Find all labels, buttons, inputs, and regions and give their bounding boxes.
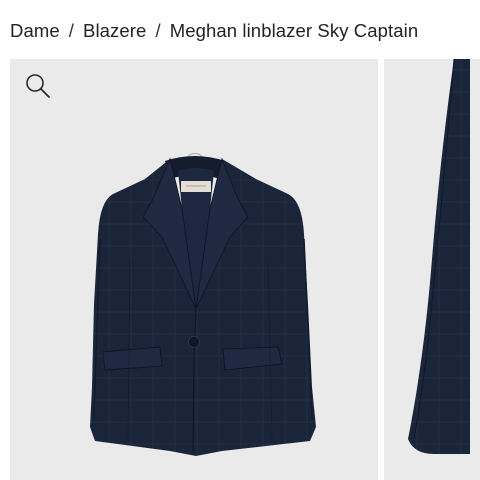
blazer-front-image	[90, 152, 316, 456]
product-image-next[interactable]	[384, 59, 480, 480]
breadcrumb-separator: /	[155, 20, 161, 41]
product-image-gallery[interactable]	[0, 59, 480, 480]
breadcrumb-separator: /	[68, 20, 74, 41]
breadcrumb-item-dame[interactable]: Dame	[10, 20, 60, 42]
product-image-main[interactable]	[10, 59, 378, 480]
search-icon[interactable]	[24, 72, 52, 100]
breadcrumb-current-page: Meghan linblazer Sky Captain	[169, 20, 419, 41]
breadcrumb: Dame / Blazere / Meghan linblazer Sky Ca…	[10, 19, 418, 43]
breadcrumb-item-blazere[interactable]: Blazere	[83, 20, 146, 42]
blazer-side-image	[408, 59, 480, 480]
